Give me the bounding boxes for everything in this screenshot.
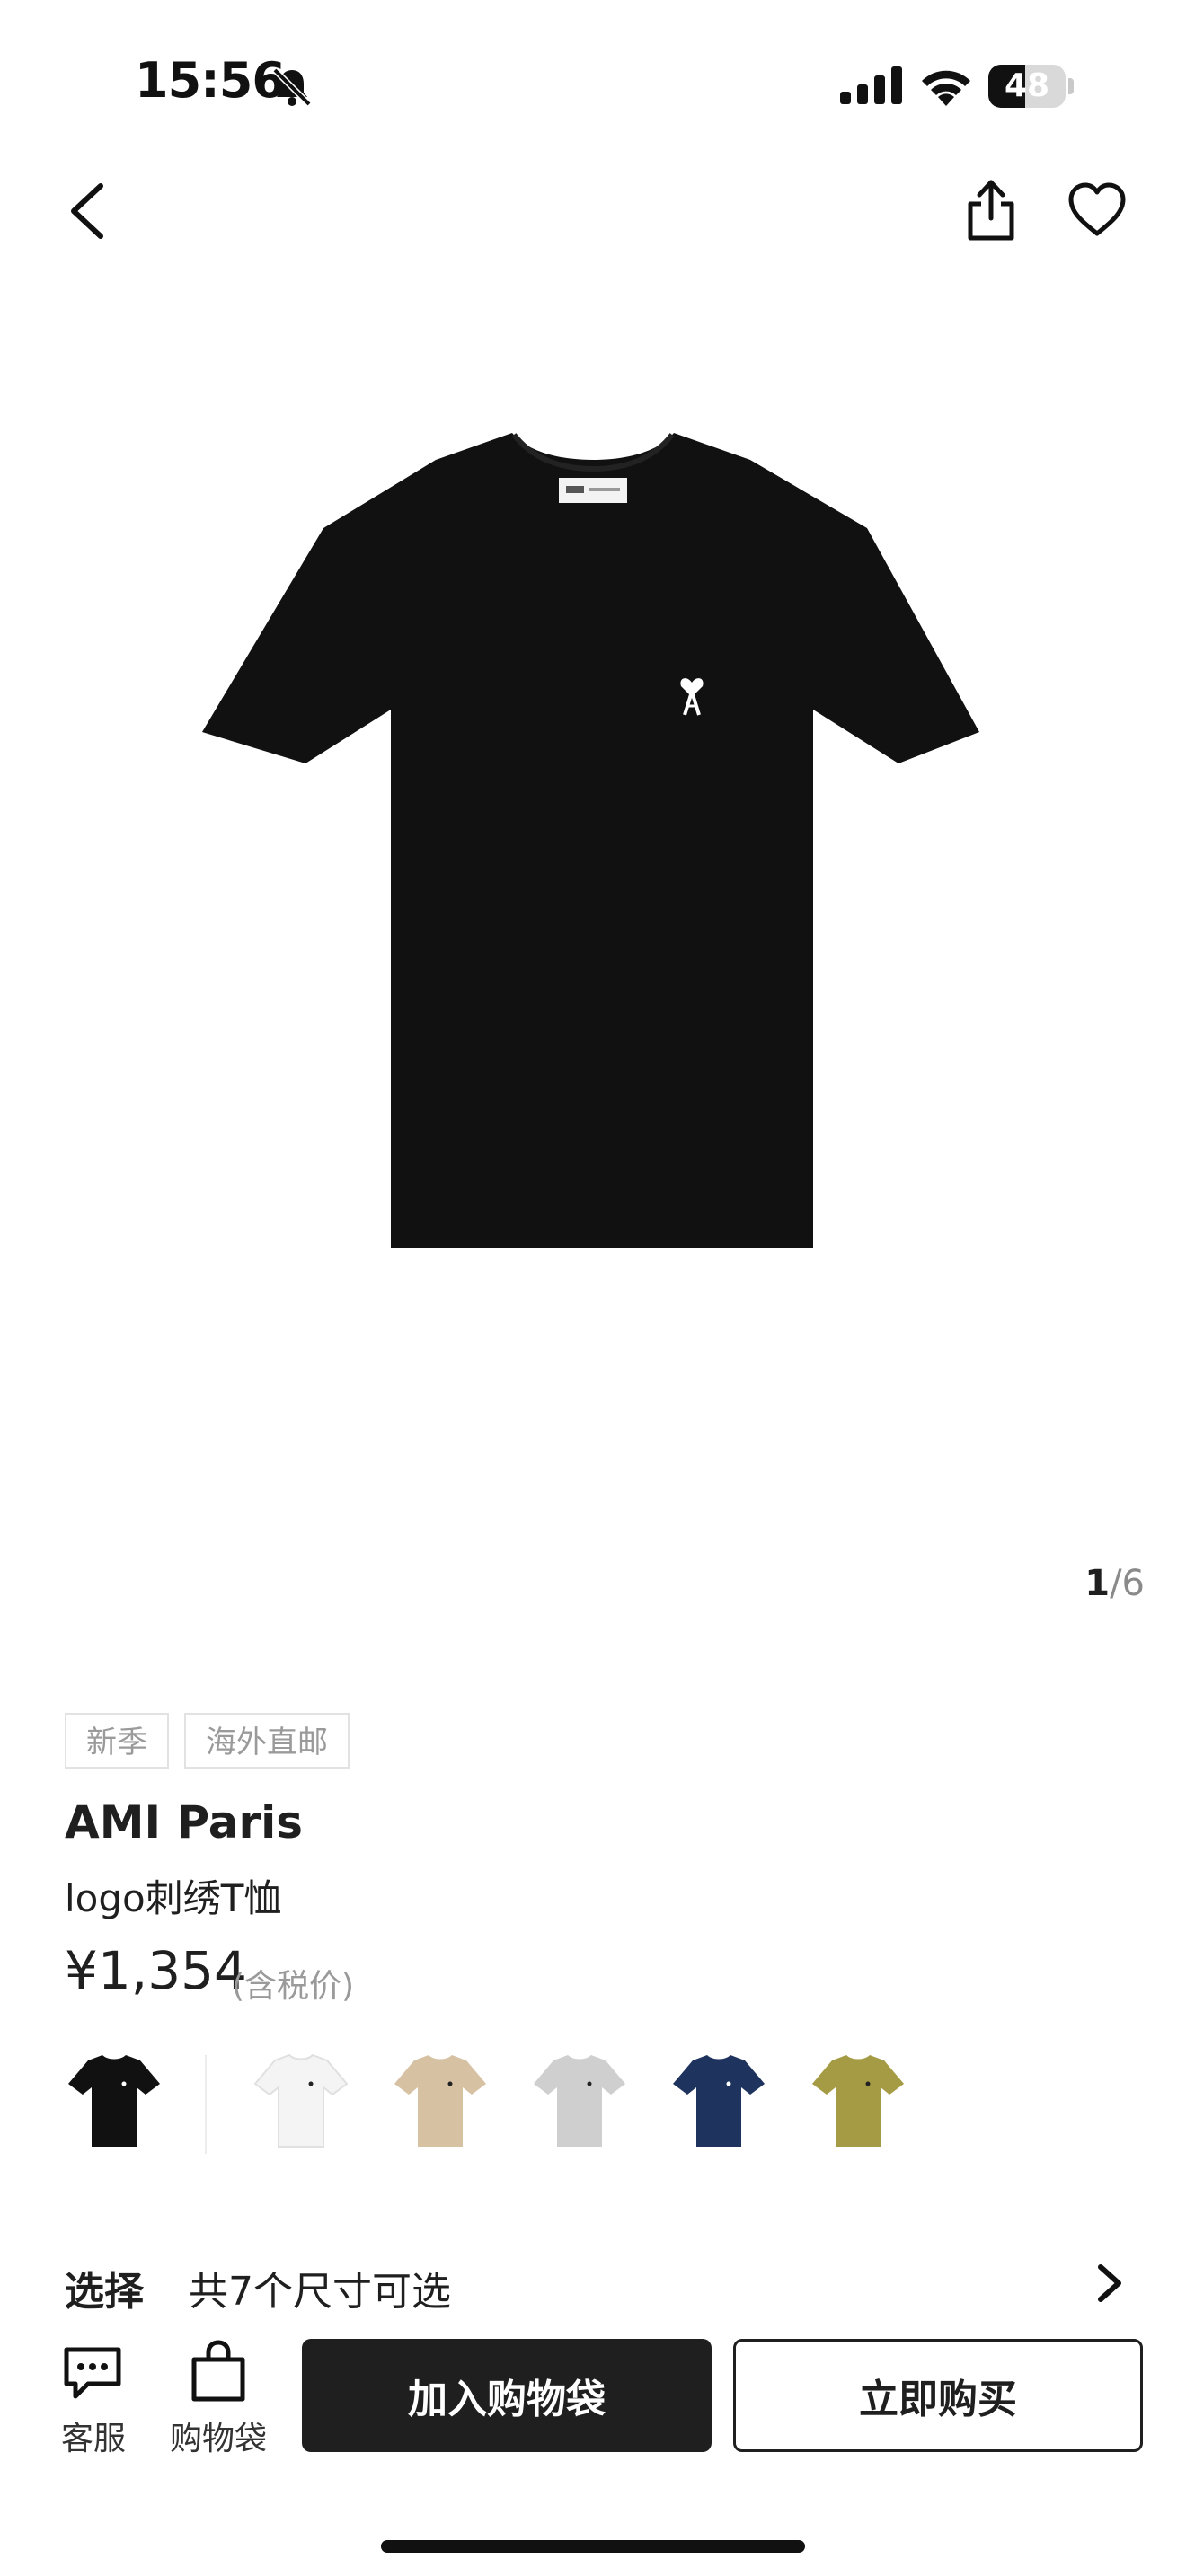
cellular-icon — [840, 66, 902, 104]
size-select-text[interactable]: 共7个尺寸可选 — [189, 2259, 451, 2316]
brand-name[interactable]: AMI Paris — [65, 1796, 303, 1848]
pager-separator: / — [1110, 1563, 1122, 1604]
shopping-bag-label[interactable]: 购物袋 — [167, 2413, 270, 2459]
product-price: ¥1,354 — [65, 1940, 247, 2001]
color-swatch[interactable] — [530, 2048, 629, 2156]
status-time: 15:56 — [135, 52, 286, 109]
color-swatch[interactable] — [669, 2048, 768, 2156]
chat-icon[interactable] — [61, 2344, 124, 2404]
home-indicator[interactable] — [381, 2540, 805, 2553]
product-image[interactable] — [189, 422, 997, 1257]
share-icon[interactable] — [960, 175, 1022, 247]
customer-service-label[interactable]: 客服 — [59, 2413, 128, 2459]
bag-icon[interactable] — [189, 2340, 248, 2403]
size-select-label[interactable]: 选择 — [65, 2259, 144, 2316]
wifi-icon — [922, 70, 970, 106]
swatch-divider — [205, 2055, 207, 2154]
pager-current: 1 — [1084, 1563, 1111, 1604]
heart-icon[interactable] — [1066, 180, 1128, 243]
color-swatch[interactable] — [252, 2048, 350, 2156]
chevron-right-icon[interactable] — [1087, 2256, 1132, 2310]
add-to-bag-button[interactable]: 加入购物袋 — [302, 2339, 712, 2452]
product-name: logo刺绣T恤 — [65, 1876, 282, 1920]
color-swatch[interactable] — [65, 2048, 164, 2156]
back-chevron-icon[interactable] — [54, 175, 117, 247]
tag-overseas-direct: 海外直邮 — [184, 1713, 350, 1769]
buy-now-button[interactable]: 立即购买 — [733, 2339, 1143, 2452]
color-swatch[interactable] — [391, 2048, 490, 2156]
color-swatch[interactable] — [809, 2048, 907, 2156]
pager-total: 6 — [1121, 1563, 1145, 1604]
battery-tip — [1068, 78, 1074, 94]
battery-percent: 48 — [1004, 67, 1050, 104]
bell-slash-icon — [272, 67, 312, 107]
tag-new-season: 新季 — [65, 1713, 169, 1769]
battery-icon: 48 — [988, 65, 1075, 108]
gallery-pager: 1/6 — [1084, 1563, 1145, 1604]
price-note: (含税价) — [232, 1968, 355, 2005]
